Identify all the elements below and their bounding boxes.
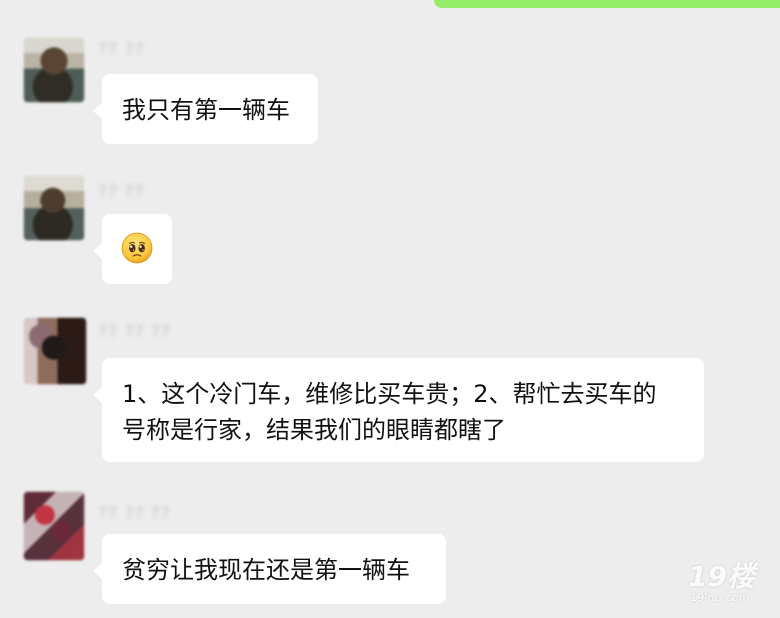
message-text: 贫穷让我现在还是第一辆车	[122, 556, 410, 584]
sender-name: ?? ?? ??	[98, 504, 171, 524]
incoming-message-bubble[interactable]: 贫穷让我现在还是第一辆车	[93, 534, 446, 604]
outgoing-message-bubble-partial	[434, 0, 780, 8]
sender-avatar[interactable]	[23, 37, 85, 103]
sender-avatar[interactable]	[23, 317, 87, 385]
chat-window: ?? ?? 我只有第一辆车 ?? ?? ?? ?? ?? 1、这个冷门车，维修比…	[0, 0, 780, 618]
sender-name: ?? ??	[98, 182, 145, 202]
message-text-line: 1、这个冷门车，维修比买车贵；2、帮忙去买车的	[122, 380, 657, 408]
pleading-face-icon	[121, 232, 153, 264]
sender-name: ?? ??	[98, 40, 145, 60]
message-text: 我只有第一辆车	[122, 96, 290, 124]
watermark-logo-text: 19楼	[688, 560, 755, 593]
site-watermark: 19楼 19lou.com	[688, 562, 764, 606]
message-text-line: 号称是行家，结果我们的眼睛都瞎了	[122, 416, 506, 444]
incoming-message-bubble[interactable]: 1、这个冷门车，维修比买车贵；2、帮忙去买车的 号称是行家，结果我们的眼睛都瞎了	[93, 358, 704, 462]
sender-name: ?? ?? ??	[98, 322, 171, 342]
incoming-emoji-bubble[interactable]	[93, 214, 172, 284]
incoming-message-bubble[interactable]: 我只有第一辆车	[93, 74, 318, 144]
watermark-domain: 19lou.com	[690, 591, 750, 604]
sender-avatar[interactable]	[23, 491, 85, 561]
sender-avatar[interactable]	[23, 175, 85, 241]
